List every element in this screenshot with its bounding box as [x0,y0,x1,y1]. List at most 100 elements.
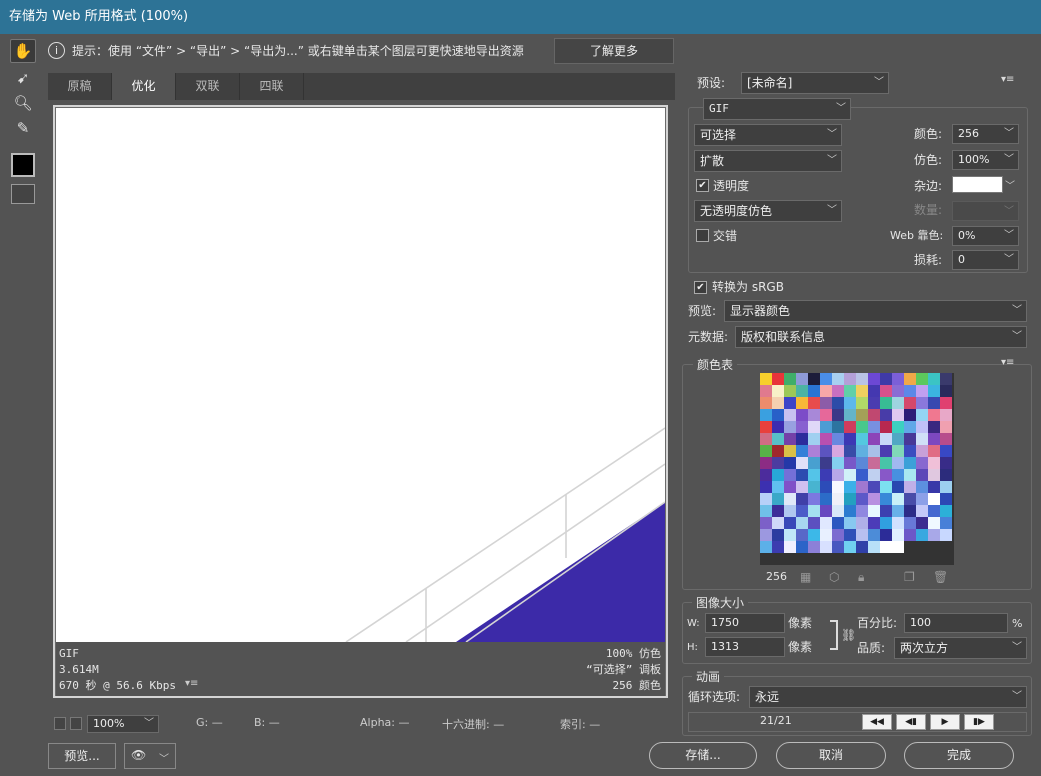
color-swatch[interactable] [940,493,952,505]
color-swatch[interactable] [892,505,904,517]
color-swatch[interactable] [916,493,928,505]
color-swatch[interactable] [856,493,868,505]
color-swatch[interactable] [784,385,796,397]
color-swatch[interactable] [808,445,820,457]
color-swatch[interactable] [868,421,880,433]
color-swatch[interactable] [916,481,928,493]
save-button[interactable]: 存储... [649,742,757,769]
color-swatch[interactable] [916,421,928,433]
color-swatch[interactable] [916,517,928,529]
color-table-grid[interactable] [760,373,954,565]
color-swatch[interactable] [856,373,868,385]
color-table-menu-icon[interactable]: ▾≡ [1001,357,1014,368]
color-swatch[interactable] [796,481,808,493]
color-swatch[interactable] [856,457,868,469]
color-swatch[interactable] [832,385,844,397]
color-swatch[interactable] [808,481,820,493]
color-swatch[interactable] [796,445,808,457]
color-swatch[interactable] [784,445,796,457]
color-swatch[interactable] [808,541,820,553]
zoom-out-icon[interactable] [54,717,66,730]
color-swatch[interactable] [844,529,856,541]
color-swatch[interactable] [868,457,880,469]
preset-select[interactable]: [未命名] ﹀ [741,72,889,94]
color-swatch[interactable] [844,409,856,421]
color-swatch[interactable] [820,517,832,529]
color-swatch[interactable] [940,457,952,469]
color-swatch[interactable] [772,505,784,517]
slice-select-icon[interactable]: ➹ [10,66,36,90]
color-swatch[interactable] [928,421,940,433]
color-swatch[interactable] [832,505,844,517]
lossy-field[interactable]: 0 ﹀ [952,250,1019,270]
color-swatch[interactable] [820,433,832,445]
color-swatch[interactable] [880,373,892,385]
color-swatch[interactable] [928,529,940,541]
color-swatch[interactable] [880,505,892,517]
color-swatch[interactable] [880,445,892,457]
color-swatch[interactable] [880,433,892,445]
preview-button[interactable]: 预览... [48,743,116,769]
color-swatch[interactable] [892,469,904,481]
color-swatch[interactable] [880,397,892,409]
color-swatch[interactable] [808,373,820,385]
color-swatch[interactable] [928,457,940,469]
width-input[interactable]: 1750 [705,613,785,633]
color-swatch[interactable] [856,433,868,445]
color-swatch[interactable] [868,409,880,421]
metadata-select[interactable]: 版权和联系信息 ﹀ [735,326,1027,348]
first-frame-icon[interactable]: ◀◀ [862,714,892,730]
color-swatch[interactable] [796,517,808,529]
next-frame-icon[interactable]: ▮▶ [964,714,994,730]
color-swatch[interactable] [892,529,904,541]
preview-select[interactable]: 显示器颜色 ﹀ [724,300,1027,322]
color-swatch[interactable] [760,433,772,445]
color-swatch[interactable] [904,493,916,505]
color-swatch[interactable] [916,457,928,469]
color-swatch[interactable] [808,433,820,445]
color-swatch[interactable] [856,505,868,517]
color-swatch[interactable] [832,445,844,457]
lock-color-icon[interactable]: 🔒︎ [858,570,864,585]
color-swatch[interactable] [904,505,916,517]
color-swatch[interactable] [832,529,844,541]
color-swatch[interactable] [820,529,832,541]
image-preview[interactable] [56,108,665,642]
color-swatch[interactable] [940,517,952,529]
zoom-icon[interactable]: 🔍︎ [10,91,36,115]
color-swatch[interactable] [904,445,916,457]
color-swatch[interactable] [916,409,928,421]
color-swatch[interactable] [940,385,952,397]
color-swatch[interactable] [820,541,832,553]
color-swatch[interactable] [904,433,916,445]
cancel-button[interactable]: 取消 [776,742,886,769]
color-swatch[interactable] [880,385,892,397]
color-swatch[interactable] [796,433,808,445]
color-swatch[interactable] [868,373,880,385]
color-swatch[interactable] [820,445,832,457]
done-button[interactable]: 完成 [904,742,1014,769]
color-swatch[interactable] [928,433,940,445]
color-swatch[interactable] [820,385,832,397]
color-swatch[interactable] [784,505,796,517]
color-swatch[interactable] [832,421,844,433]
color-swatch[interactable] [784,409,796,421]
color-swatch[interactable] [904,457,916,469]
color-swatch[interactable] [784,457,796,469]
format-select[interactable]: GIF ﹀ [703,98,851,120]
color-swatch[interactable] [904,409,916,421]
quality-select[interactable]: 两次立方 ﹀ [894,637,1027,659]
color-swatch[interactable] [940,397,952,409]
color-swatch[interactable] [832,517,844,529]
color-swatch[interactable] [916,529,928,541]
color-swatch[interactable] [772,433,784,445]
color-swatch[interactable] [928,373,940,385]
color-swatch[interactable] [784,373,796,385]
chevron-down-icon[interactable]: ﹀ [1005,177,1015,192]
color-swatch[interactable] [760,505,772,517]
color-swatch[interactable] [760,373,772,385]
color-swatch[interactable] [844,517,856,529]
color-swatch[interactable] [892,421,904,433]
color-swatch[interactable] [760,493,772,505]
color-swatch[interactable] [760,481,772,493]
